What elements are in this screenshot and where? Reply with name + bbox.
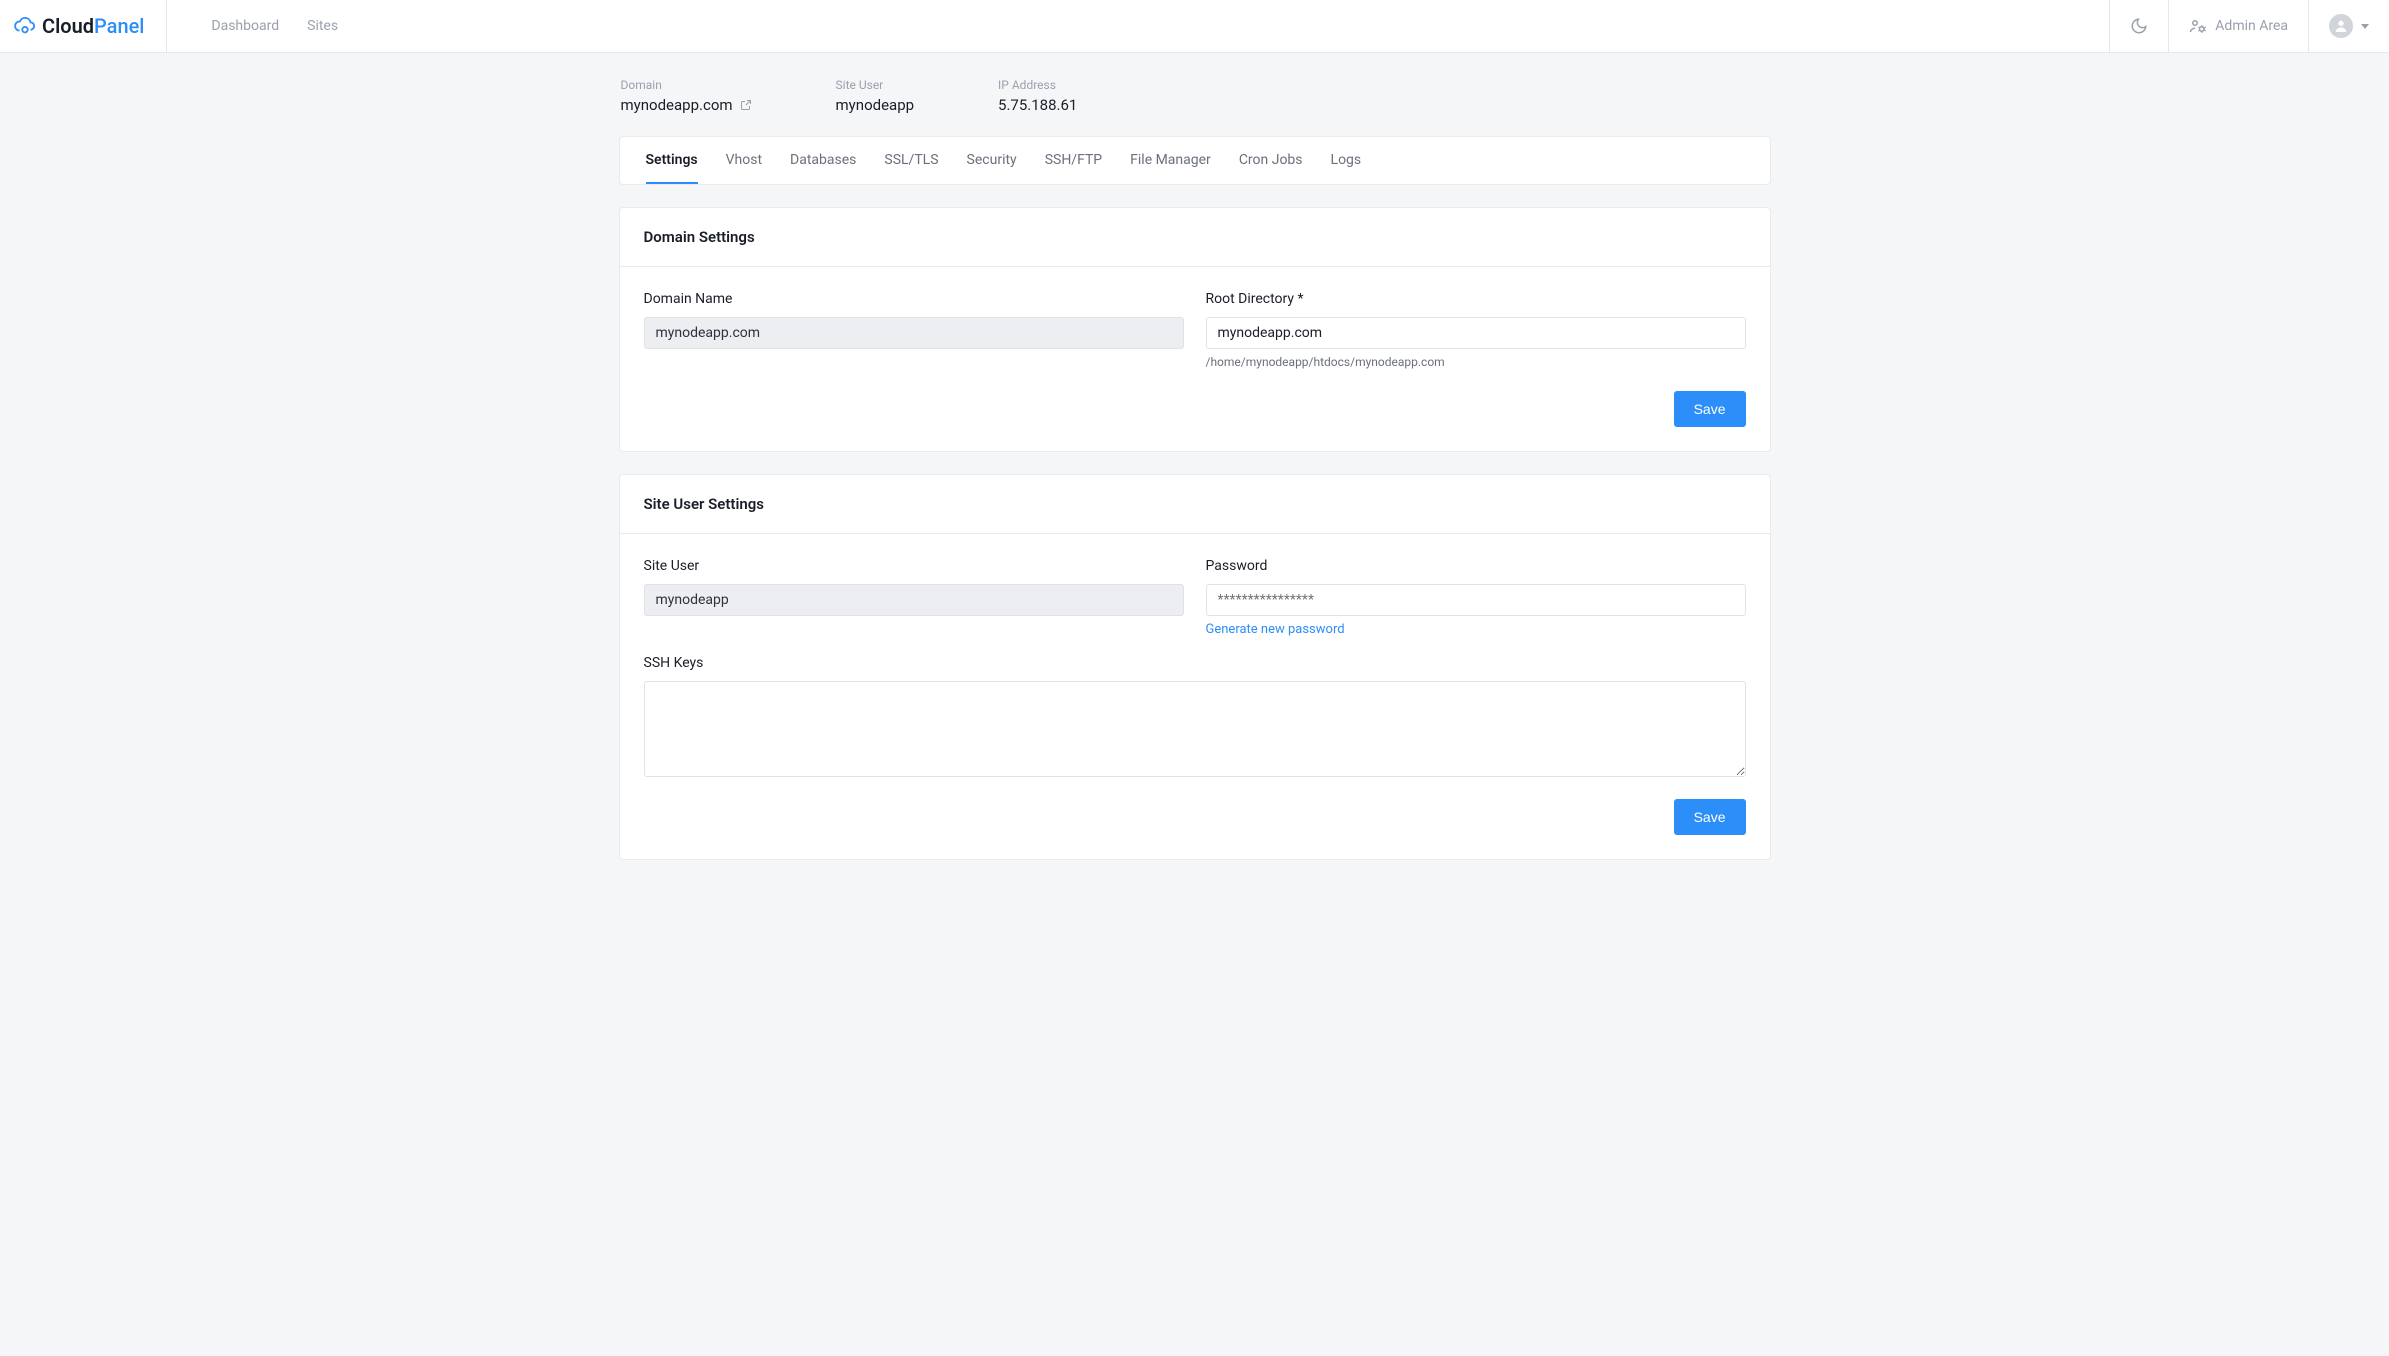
- domain-settings-card: Domain Settings Domain Name Root Directo…: [619, 207, 1771, 452]
- chevron-down-icon: [2361, 24, 2369, 29]
- domain-name-input: [644, 317, 1184, 349]
- dark-mode-toggle[interactable]: [2109, 0, 2168, 52]
- nav-sites[interactable]: Sites: [307, 18, 338, 34]
- root-directory-help: /home/mynodeapp/htdocs/mynodeapp.com: [1206, 355, 1746, 369]
- tab-databases[interactable]: Databases: [790, 137, 856, 184]
- brand-cell[interactable]: CloudPanel: [0, 0, 167, 52]
- nav-dashboard[interactable]: Dashboard: [211, 18, 279, 34]
- user-menu[interactable]: [2308, 0, 2389, 52]
- tab-file-manager[interactable]: File Manager: [1130, 137, 1211, 184]
- external-link-icon[interactable]: [740, 99, 752, 111]
- tab-vhost[interactable]: Vhost: [726, 137, 762, 184]
- tab-settings[interactable]: Settings: [646, 137, 698, 184]
- topbar-right: Admin Area: [2109, 0, 2389, 52]
- password-input[interactable]: [1206, 584, 1746, 616]
- ip-label: IP Address: [998, 78, 1077, 92]
- admin-area-label: Admin Area: [2215, 18, 2288, 34]
- tab-cron-jobs[interactable]: Cron Jobs: [1239, 137, 1303, 184]
- siteuser-label: Site User: [836, 78, 915, 92]
- domain-save-button[interactable]: Save: [1674, 391, 1746, 427]
- domain-value[interactable]: mynodeapp.com: [621, 96, 733, 114]
- avatar: [2329, 14, 2353, 38]
- tab-security[interactable]: Security: [967, 137, 1017, 184]
- users-gear-icon: [2189, 17, 2207, 35]
- top-nav: Dashboard Sites: [167, 0, 2109, 52]
- root-directory-input[interactable]: [1206, 317, 1746, 349]
- admin-area-link[interactable]: Admin Area: [2168, 0, 2308, 52]
- site-user-settings-card: Site User Settings Site User Password Ge…: [619, 474, 1771, 860]
- ip-value: 5.75.188.61: [998, 96, 1077, 114]
- site-header-ip: IP Address 5.75.188.61: [998, 78, 1077, 114]
- domain-settings-title: Domain Settings: [620, 208, 1770, 267]
- generate-password-link[interactable]: Generate new password: [1206, 622, 1746, 637]
- cloud-icon: [14, 15, 36, 37]
- moon-icon: [2130, 17, 2148, 35]
- root-directory-field-label: Root Directory *: [1206, 291, 1746, 307]
- site-user-field-label: Site User: [644, 558, 1184, 574]
- password-field-label: Password: [1206, 558, 1746, 574]
- site-header-siteuser: Site User mynodeapp: [836, 78, 915, 114]
- user-icon: [2333, 18, 2349, 34]
- site-header-domain: Domain mynodeapp.com: [621, 78, 752, 114]
- domain-label: Domain: [621, 78, 752, 92]
- tab-logs[interactable]: Logs: [1331, 137, 1362, 184]
- site-header: Domain mynodeapp.com Site User mynodeapp…: [619, 78, 1771, 136]
- site-tabs: Settings Vhost Databases SSL/TLS Securit…: [619, 136, 1771, 185]
- tab-ssltls[interactable]: SSL/TLS: [884, 137, 938, 184]
- domain-name-field-label: Domain Name: [644, 291, 1184, 307]
- main-content: Domain mynodeapp.com Site User mynodeapp…: [619, 53, 1771, 900]
- ssh-keys-field-label: SSH Keys: [644, 655, 1746, 671]
- brand-name-left: Cloud: [42, 14, 94, 38]
- siteuser-value: mynodeapp: [836, 96, 915, 114]
- site-user-input: [644, 584, 1184, 616]
- site-user-settings-title: Site User Settings: [620, 475, 1770, 534]
- brand-logo: CloudPanel: [14, 14, 144, 38]
- ssh-keys-textarea[interactable]: [644, 681, 1746, 777]
- siteuser-save-button[interactable]: Save: [1674, 799, 1746, 835]
- tab-sshftp[interactable]: SSH/FTP: [1045, 137, 1102, 184]
- topbar: CloudPanel Dashboard Sites Admin Area: [0, 0, 2389, 53]
- brand-name-right: Panel: [94, 14, 144, 38]
